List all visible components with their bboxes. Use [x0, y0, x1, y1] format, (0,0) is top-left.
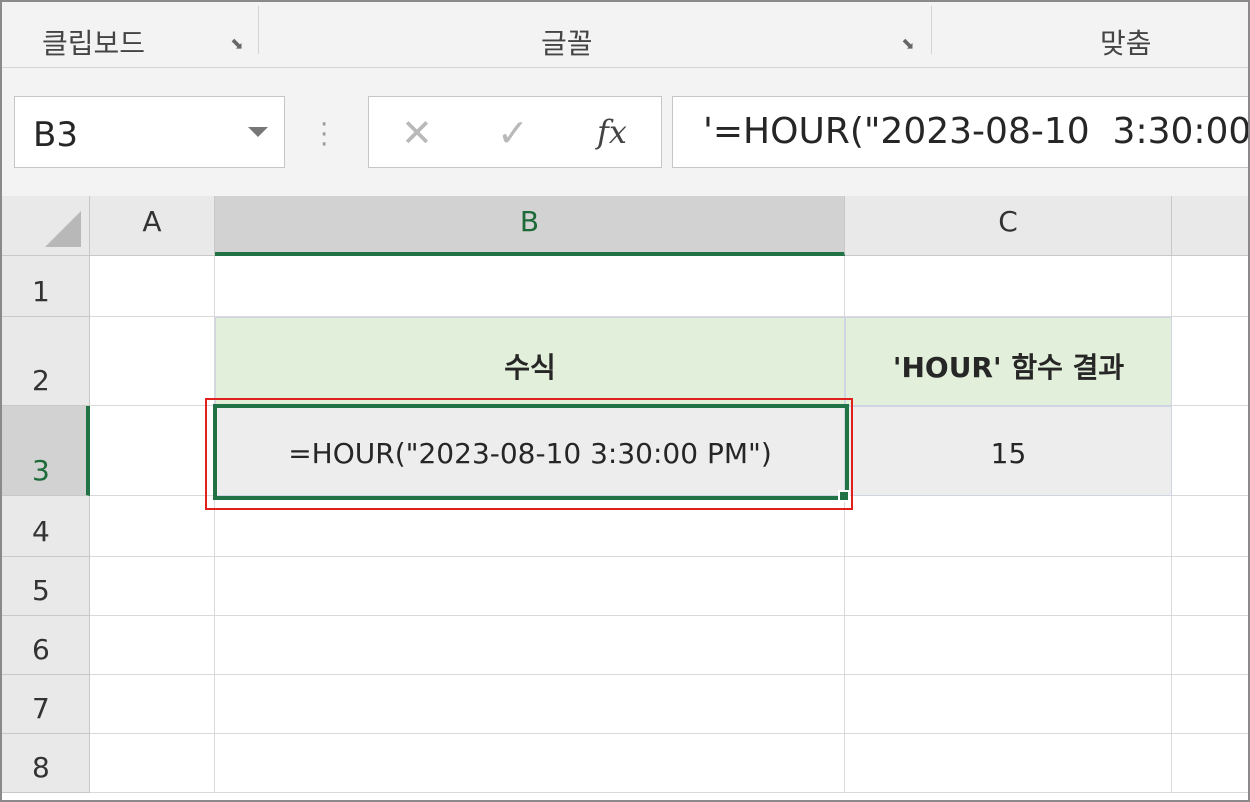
ribbon-group-label: 글꼴 [541, 27, 593, 60]
column-header-d[interactable] [1172, 196, 1248, 256]
formula-input[interactable]: '=HOUR("2023-08-10 3:30:00 [672, 96, 1250, 168]
cell-b6[interactable] [215, 616, 845, 675]
select-all-button[interactable] [2, 196, 90, 256]
cell-c2[interactable]: 'HOUR' 함수 결과 [845, 317, 1172, 406]
cell-d4[interactable] [1172, 496, 1248, 557]
cell-c8[interactable] [845, 734, 1172, 793]
cell-d5[interactable] [1172, 557, 1248, 616]
cell-a5[interactable] [90, 557, 215, 616]
cell-c7[interactable] [845, 675, 1172, 734]
column-header-b[interactable]: B [215, 196, 845, 256]
table-header-result: 'HOUR' 함수 결과 [892, 350, 1125, 384]
ribbon-group-alignment: 맞춤 [932, 2, 1248, 68]
insert-function-icon[interactable]: fx [597, 113, 627, 151]
row-header-3[interactable]: 3 [2, 406, 90, 496]
column-header-c[interactable]: C [845, 196, 1172, 256]
chevron-down-icon[interactable] [248, 127, 268, 137]
cell-b5[interactable] [215, 557, 845, 616]
row-header-1[interactable]: 1 [2, 256, 90, 317]
cell-b1[interactable] [215, 256, 845, 317]
row-header-2[interactable]: 2 [2, 317, 90, 406]
cell-c3[interactable]: 15 [845, 406, 1172, 496]
row-header-8[interactable]: 8 [2, 734, 90, 793]
ribbon-group-clipboard: 클립보드 ⬊ [2, 2, 258, 68]
cell-a4[interactable] [90, 496, 215, 557]
cell-b8[interactable] [215, 734, 845, 793]
cell-d7[interactable] [1172, 675, 1248, 734]
ribbon-group-bar: 클립보드 ⬊ 글꼴 ⬊ 맞춤 [2, 2, 1248, 68]
formula-bar-row: B3 · · · ✕ ✓ fx '=HOUR("2023-08-10 3:30:00 [2, 68, 1250, 196]
cell-d6[interactable] [1172, 616, 1248, 675]
cell-c5[interactable] [845, 557, 1172, 616]
cell-c1[interactable] [845, 256, 1172, 317]
row-header-7[interactable]: 7 [2, 675, 90, 734]
row-header-6[interactable]: 6 [2, 616, 90, 675]
highlight-box [205, 398, 853, 510]
cell-a6[interactable] [90, 616, 215, 675]
formula-buttons: ✕ ✓ fx [368, 96, 662, 168]
cell-c4[interactable] [845, 496, 1172, 557]
cell-c6[interactable] [845, 616, 1172, 675]
formula-text: '=HOUR("2023-08-10 3:30:00 [703, 111, 1250, 152]
check-icon[interactable]: ✓ [497, 111, 529, 155]
cell-b2[interactable]: 수식 [215, 317, 845, 406]
cell-a8[interactable] [90, 734, 215, 793]
name-box[interactable]: B3 [14, 96, 285, 168]
cell-a3[interactable] [90, 406, 215, 496]
cell-d8[interactable] [1172, 734, 1248, 793]
cell-d1[interactable] [1172, 256, 1248, 317]
result-cell-value: 15 [990, 436, 1027, 470]
ribbon-group-label: 맞춤 [1100, 27, 1152, 60]
excel-window: 클립보드 ⬊ 글꼴 ⬊ 맞춤 B3 · · · ✕ ✓ fx '=HOUR("202… [0, 0, 1250, 802]
spreadsheet-grid: A B C 1 2 3 4 5 6 7 8 수식 'HOUR' 함수 결과 =H… [2, 196, 1248, 800]
name-box-value: B3 [33, 115, 78, 155]
cell-a2[interactable] [90, 317, 215, 406]
cancel-icon[interactable]: ✕ [401, 111, 433, 155]
font-launcher-icon[interactable]: ⬊ [899, 35, 917, 53]
drag-handle-icon[interactable]: · · · [320, 112, 328, 158]
row-header-5[interactable]: 5 [2, 557, 90, 616]
cell-d3[interactable] [1172, 406, 1248, 496]
clipboard-launcher-icon[interactable]: ⬊ [228, 35, 246, 53]
ribbon-group-font: 글꼴 ⬊ [259, 2, 931, 68]
table-header-formula: 수식 [504, 350, 556, 384]
cell-a7[interactable] [90, 675, 215, 734]
cell-d2[interactable] [1172, 317, 1248, 406]
cell-b7[interactable] [215, 675, 845, 734]
cell-a1[interactable] [90, 256, 215, 317]
column-header-a[interactable]: A [90, 196, 215, 256]
row-header-4[interactable]: 4 [2, 496, 90, 557]
ribbon-group-label: 클립보드 [42, 27, 146, 60]
select-all-icon [45, 211, 81, 247]
